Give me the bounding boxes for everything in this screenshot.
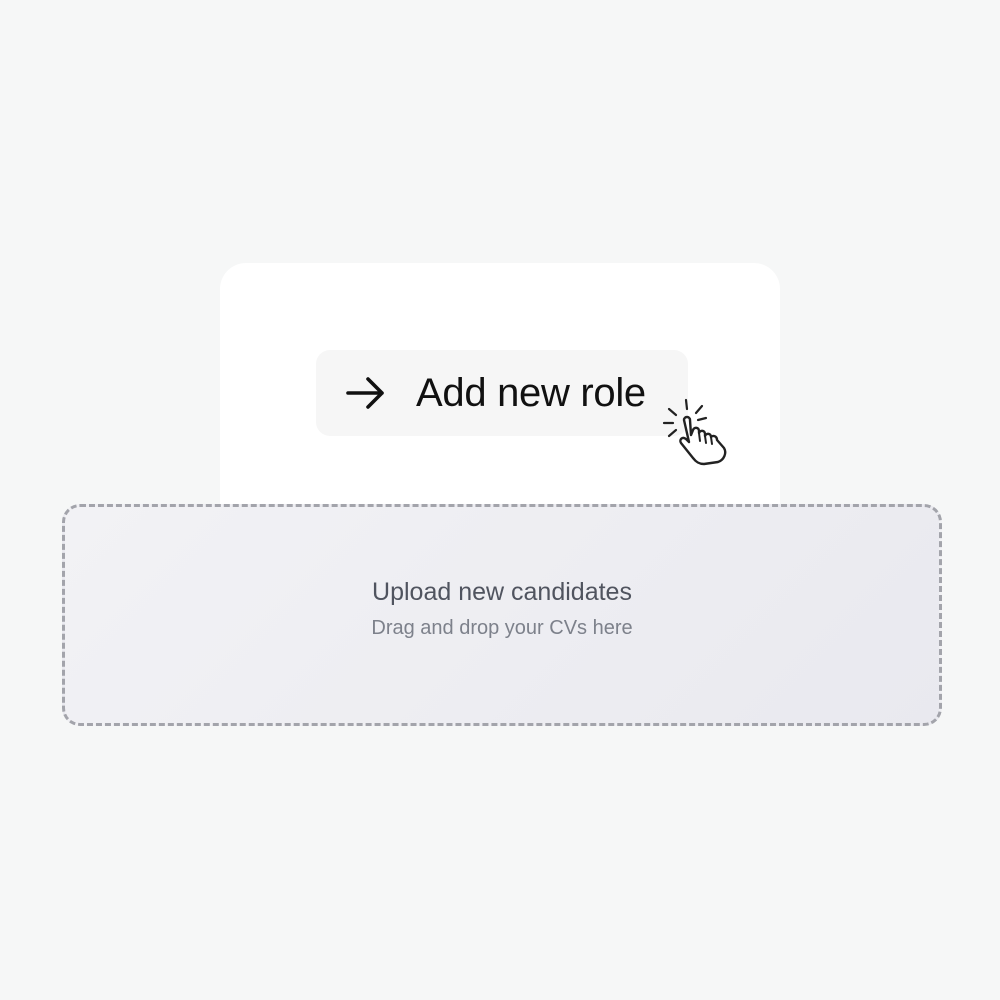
upload-subtitle: Drag and drop your CVs here bbox=[371, 617, 633, 639]
add-new-role-label: Add new role bbox=[416, 370, 646, 415]
upload-title: Upload new candidates bbox=[372, 578, 632, 606]
arrow-right-icon bbox=[344, 371, 388, 415]
add-new-role-button[interactable]: Add new role bbox=[316, 350, 688, 436]
hand-pointer-click-icon bbox=[660, 396, 734, 466]
app-canvas: Add new role Upload new candidates Drag … bbox=[0, 0, 1000, 1000]
upload-dropzone[interactable]: Upload new candidates Drag and drop your… bbox=[62, 504, 942, 726]
